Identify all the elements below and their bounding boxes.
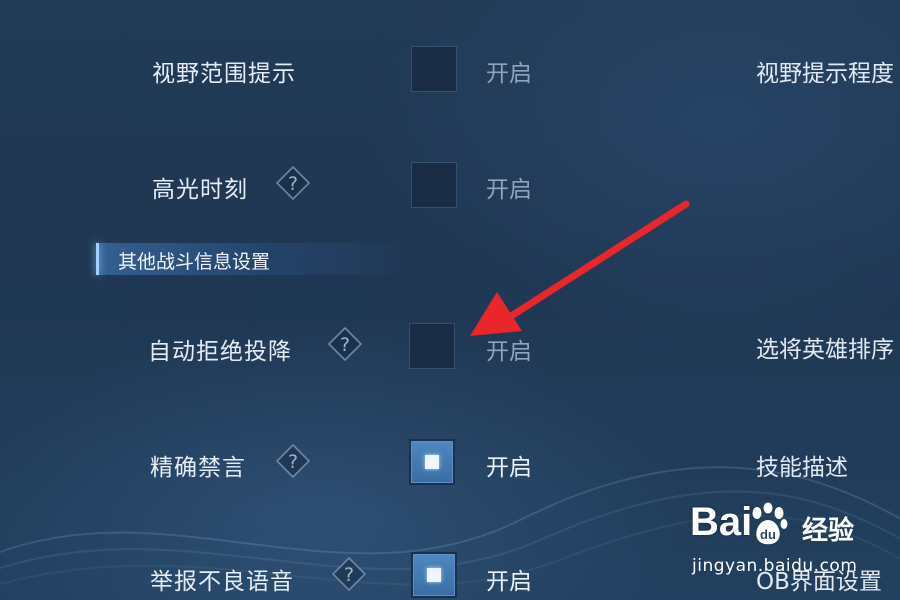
section-header-accent bbox=[96, 243, 99, 275]
row-label-precise-mute: 精确禁言 bbox=[150, 455, 246, 481]
right-label-skill-description[interactable]: 技能描述 bbox=[756, 448, 848, 482]
svg-text:?: ? bbox=[340, 334, 350, 356]
toggle-text-precise-mute: 开启 bbox=[486, 455, 532, 481]
watermark-url: jingyan.baidu.com bbox=[692, 556, 858, 576]
toggle-highlight-moment[interactable] bbox=[411, 162, 457, 208]
row-label-highlight-moment: 高光时刻 bbox=[152, 177, 248, 203]
toggle-auto-reject-surrender[interactable] bbox=[409, 323, 455, 369]
help-icon-report-voice[interactable]: ? bbox=[332, 557, 366, 591]
row-label-report-voice: 举报不良语音 bbox=[150, 569, 294, 595]
help-icon-highlight-moment[interactable]: ? bbox=[276, 166, 310, 200]
svg-text:?: ? bbox=[288, 173, 298, 195]
toggle-report-voice[interactable] bbox=[411, 552, 457, 598]
help-icon-precise-mute[interactable]: ? bbox=[276, 444, 310, 478]
svg-text:du: du bbox=[760, 527, 776, 542]
toggle-checked-indicator bbox=[425, 455, 439, 469]
row-label-vision-range: 视野范围提示 bbox=[152, 61, 296, 87]
right-label-hero-sort[interactable]: 选将英雄排序 bbox=[756, 330, 894, 364]
help-icon-auto-reject-surrender[interactable]: ? bbox=[328, 327, 362, 361]
right-label-vision-degree[interactable]: 视野提示程度 bbox=[756, 54, 894, 88]
baidu-paw-icon: du bbox=[752, 502, 788, 545]
watermark-brand-text: Bai bbox=[690, 500, 753, 544]
settings-screen: 视野范围提示 开启 视野提示程度 高光时刻 ? 开启 其他战斗信息设置 自动拒绝… bbox=[0, 0, 900, 600]
baidu-jingyan-watermark: Bai du 经验 jingyan.baidu.com bbox=[690, 500, 890, 590]
toggle-text-highlight-moment: 开启 bbox=[486, 177, 532, 203]
toggle-checked-indicator bbox=[427, 568, 441, 582]
toggle-text-vision-range: 开启 bbox=[486, 61, 532, 87]
svg-text:?: ? bbox=[344, 564, 354, 586]
watermark-jingyan-text: 经验 bbox=[802, 516, 855, 546]
svg-text:?: ? bbox=[288, 451, 298, 473]
toggle-text-auto-reject-surrender: 开启 bbox=[486, 339, 532, 365]
toggle-text-report-voice: 开启 bbox=[486, 569, 532, 595]
toggle-precise-mute[interactable] bbox=[409, 439, 455, 485]
row-label-auto-reject-surrender: 自动拒绝投降 bbox=[148, 339, 292, 365]
section-header-other-combat-info: 其他战斗信息设置 bbox=[96, 243, 416, 275]
section-header-title: 其他战斗信息设置 bbox=[118, 251, 271, 273]
toggle-vision-range[interactable] bbox=[411, 46, 457, 92]
